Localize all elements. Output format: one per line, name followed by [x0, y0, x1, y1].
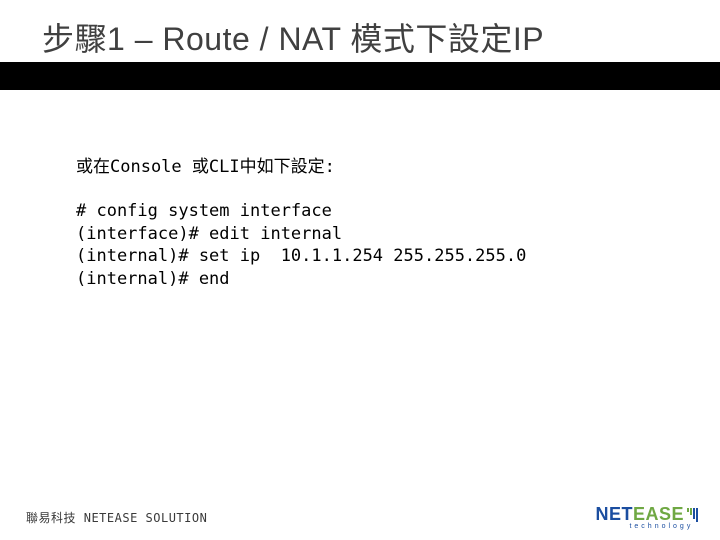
title-underline-bar: [0, 62, 720, 90]
cli-line-3: (internal)# set ip 10.1.1.254 255.255.25…: [76, 245, 720, 267]
logo-text-net: NET: [595, 504, 633, 524]
netease-logo: NETEASE technology: [595, 504, 698, 530]
intro-text: 或在Console 或CLI中如下設定:: [76, 156, 720, 178]
footer-text: 聯易科技 NETEASE SOLUTION: [26, 509, 207, 526]
logo-bars-icon: [687, 508, 698, 522]
cli-line-4: (internal)# end: [76, 268, 720, 290]
cli-line-1: # config system interface: [76, 200, 720, 222]
slide-body: 或在Console 或CLI中如下設定: # config system int…: [0, 90, 720, 290]
slide-title: 步驟1 – Route / NAT 模式下設定IP: [42, 14, 720, 60]
logo-subtext: technology: [629, 523, 698, 530]
logo-text-ease: EASE: [633, 504, 684, 524]
cli-line-2: (interface)# edit internal: [76, 223, 720, 245]
